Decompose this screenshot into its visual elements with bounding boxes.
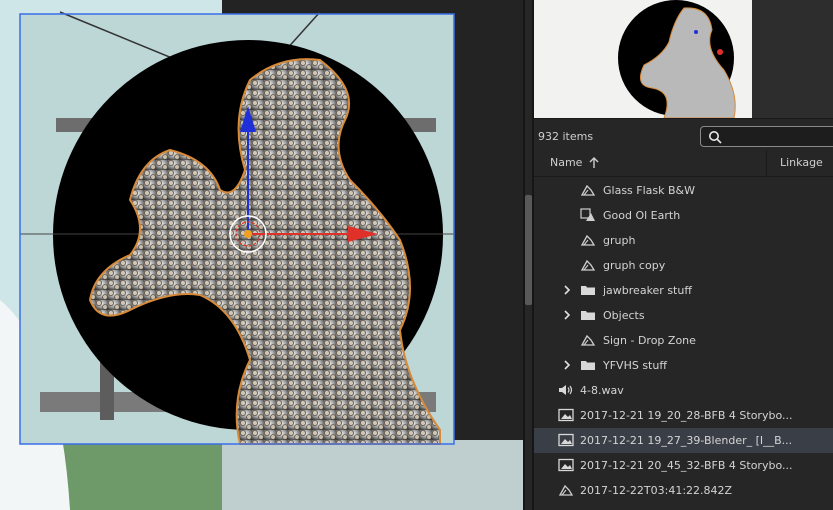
graphic-symbol-icon <box>558 483 574 500</box>
expand-chevron-icon[interactable] <box>562 284 572 299</box>
bitmap-icon <box>558 408 574 425</box>
scrollbar-thumb[interactable] <box>525 195 532 305</box>
library-column-header: Name Linkage <box>534 150 833 177</box>
library-item-label: 2017-12-21 19_20_28-BFB 4 Storybo... <box>580 409 793 422</box>
library-item-label: 2017-12-21 19_27_39-Blender_ [I__B... <box>580 434 793 447</box>
library-item-row[interactable]: Glass Flask B&W <box>534 178 833 203</box>
library-item-label: 2017-12-21 20_45_32-BFB 4 Storybo... <box>580 459 793 472</box>
folder-icon <box>580 283 596 300</box>
library-preview <box>534 0 833 119</box>
library-item-list: Glass Flask B&W Good Ol Earth gruph gruph c… <box>534 178 833 503</box>
library-item-label: 4-8.wav <box>580 384 624 397</box>
library-item-label: gruph <box>603 234 636 247</box>
library-item-label: Sign - Drop Zone <box>603 334 696 347</box>
library-item-row[interactable]: gruph <box>534 228 833 253</box>
item-count: 932 items <box>538 130 594 143</box>
library-item-row[interactable]: Sign - Drop Zone <box>534 328 833 353</box>
library-item-label: Good Ol Earth <box>603 209 681 222</box>
library-item-row[interactable]: 2017-12-21 19_27_39-Blender_ [I__B... <box>534 428 833 453</box>
sound-icon <box>558 383 574 400</box>
library-item-row[interactable]: 2017-12-21 20_45_32-BFB 4 Storybo... <box>534 453 833 478</box>
library-panel: 932 items Name Linkage Glass Flask B&W Go… <box>534 0 833 510</box>
expand-chevron-icon[interactable] <box>562 309 572 324</box>
library-item-label: Glass Flask B&W <box>603 184 696 197</box>
library-folder-row[interactable]: jawbreaker stuff <box>534 278 833 303</box>
library-item-label: jawbreaker stuff <box>603 284 692 297</box>
search-icon <box>708 129 722 148</box>
library-item-label: 2017-12-22T03:41:22.842Z <box>580 484 733 497</box>
folder-icon <box>580 308 596 325</box>
library-item-row[interactable]: 4-8.wav <box>534 378 833 403</box>
column-name-header[interactable]: Name <box>550 156 582 169</box>
library-search-input[interactable] <box>700 126 833 147</box>
stage-canvas[interactable] <box>0 0 523 510</box>
bitmap-icon <box>558 433 574 450</box>
graphic-symbol-icon <box>580 183 596 200</box>
library-item-label: YFVHS stuff <box>603 359 667 372</box>
graphic-symbol-icon <box>580 258 596 275</box>
library-item-label: Objects <box>603 309 645 322</box>
graphic-symbol-icon <box>580 233 596 250</box>
stage-artwork <box>0 0 523 510</box>
expand-chevron-icon[interactable] <box>562 359 572 374</box>
library-item-label: gruph copy <box>603 259 666 272</box>
preview-thumbnail <box>534 0 752 119</box>
library-folder-row[interactable]: Objects <box>534 303 833 328</box>
graphic-symbol-icon <box>580 333 596 350</box>
bitmap-icon <box>558 458 574 475</box>
library-item-row[interactable]: 2017-12-22T03:41:22.842Z <box>534 478 833 503</box>
folder-icon <box>580 358 596 375</box>
column-linkage-header[interactable]: Linkage <box>780 156 823 169</box>
library-item-row[interactable]: Good Ol Earth <box>534 203 833 228</box>
library-folder-row[interactable]: YFVHS stuff <box>534 353 833 378</box>
stage-scrollbar[interactable] <box>523 0 534 510</box>
column-separator[interactable] <box>766 150 767 176</box>
library-item-row[interactable]: gruph copy <box>534 253 833 278</box>
sort-ascending-icon[interactable] <box>588 154 600 173</box>
bitmap-symbol-icon <box>580 208 596 225</box>
library-item-row[interactable]: 2017-12-21 19_20_28-BFB 4 Storybo... <box>534 403 833 428</box>
